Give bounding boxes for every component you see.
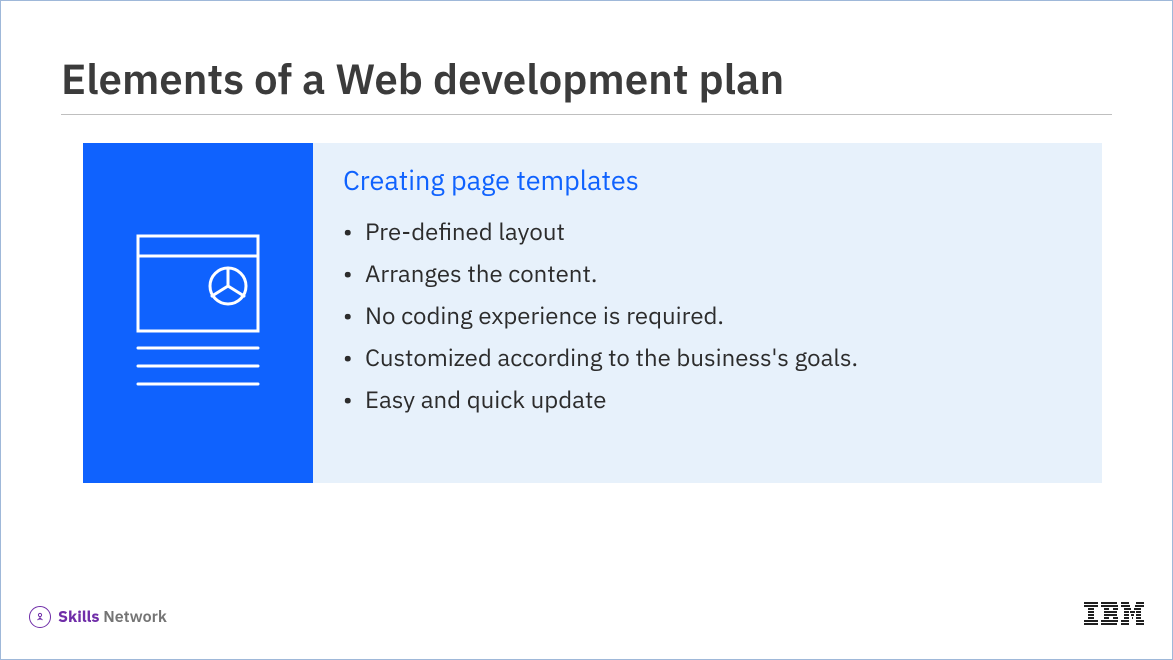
ibm-logo	[1084, 602, 1144, 631]
content-row: Creating page templates Pre-defined layo…	[83, 143, 1102, 483]
slide-container: Elements of a Web development plan	[0, 0, 1173, 660]
bullet-item: Pre-defined layout	[343, 210, 1072, 252]
section-heading: Creating page templates	[343, 163, 1072, 198]
skills-network-logo: Skills Network	[29, 606, 167, 628]
icon-panel	[83, 143, 313, 483]
bullet-item: Arranges the content.	[343, 252, 1072, 294]
bullet-list: Pre-defined layout Arranges the content.…	[343, 210, 1072, 420]
page-template-icon	[133, 226, 263, 401]
slide-title: Elements of a Web development plan	[61, 51, 1112, 115]
skills-label-light: Network	[103, 607, 167, 627]
bullet-item: Easy and quick update	[343, 378, 1072, 420]
text-panel: Creating page templates Pre-defined layo…	[313, 143, 1102, 483]
bullet-item: Customized according to the business's g…	[343, 336, 1072, 378]
bullet-item: No coding experience is required.	[343, 294, 1072, 336]
skills-badge-icon	[29, 606, 51, 628]
skills-label-bold: Skills	[58, 607, 99, 627]
slide-footer: Skills Network	[29, 602, 1144, 631]
